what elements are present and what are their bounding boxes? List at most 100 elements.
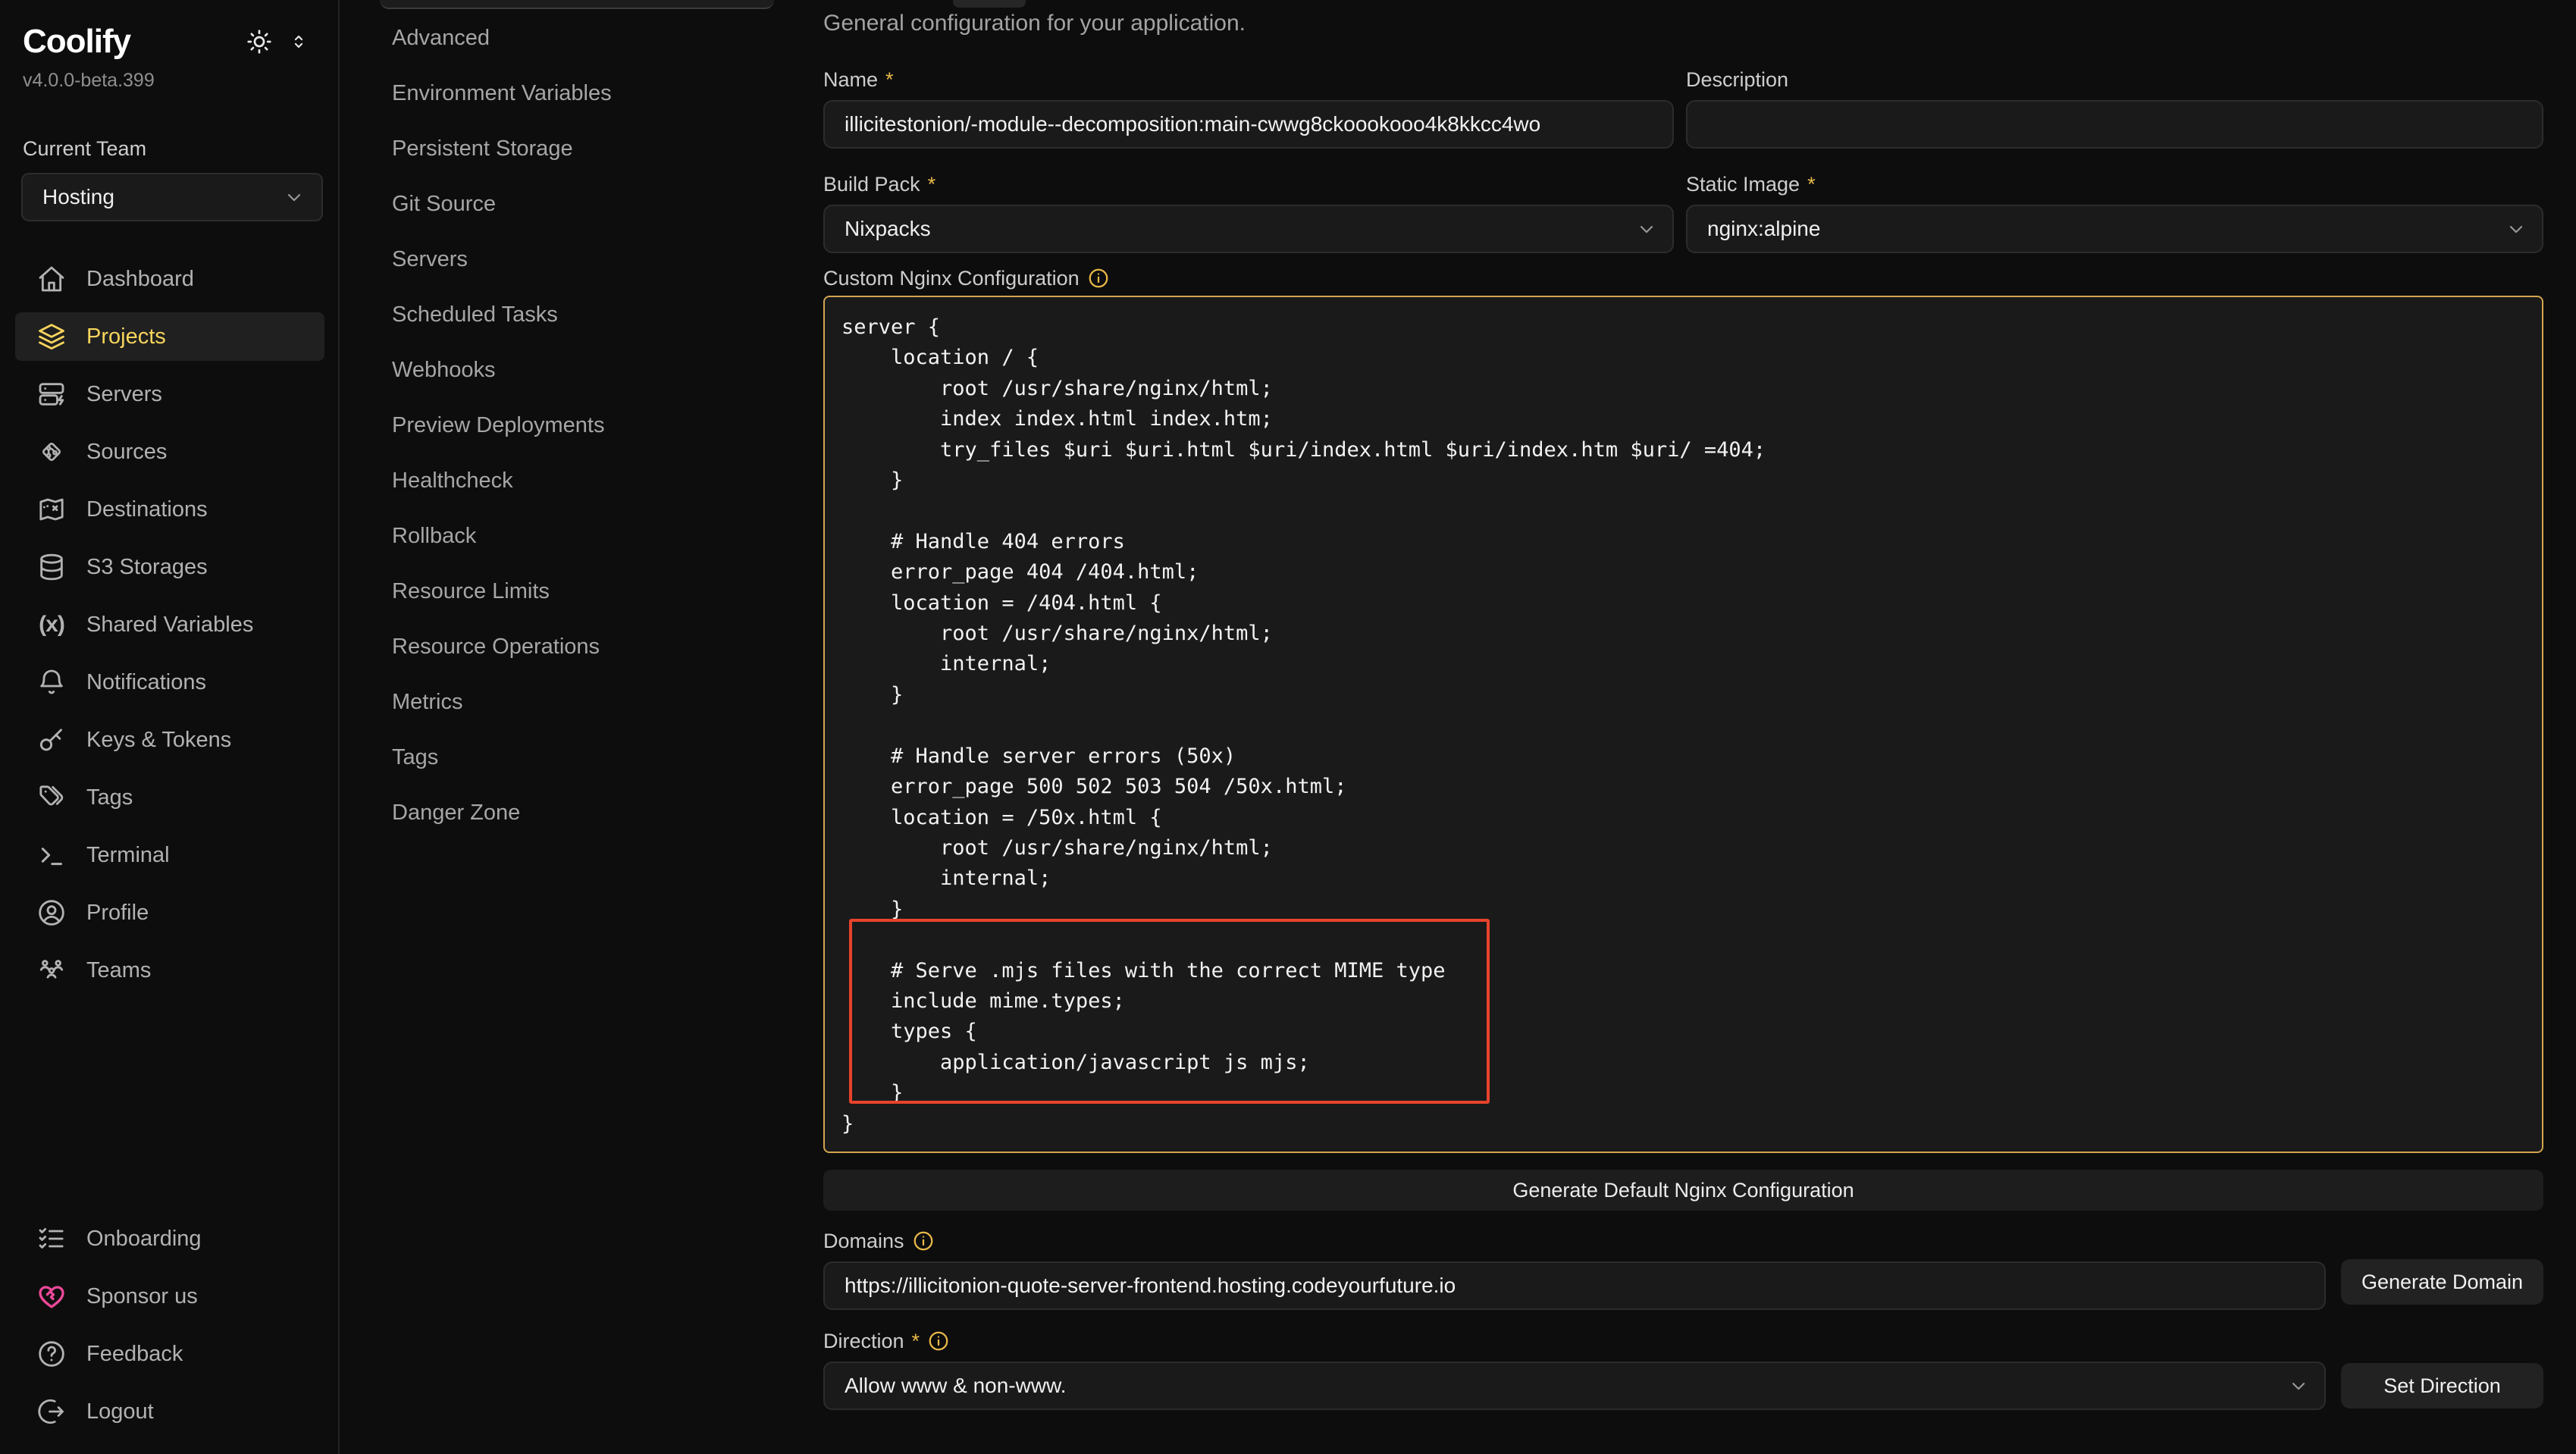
layers-icon xyxy=(36,321,67,352)
subnav-item-environment-variables[interactable]: Environment Variables xyxy=(380,72,774,114)
sidebar-item-keys-tokens[interactable]: Keys & Tokens xyxy=(15,716,324,764)
home-icon xyxy=(36,264,67,294)
subnav-item-scheduled-tasks[interactable]: Scheduled Tasks xyxy=(380,293,774,336)
general-settings-panel: General configuration for your applicati… xyxy=(796,0,2576,1454)
app-version: v4.0.0-beta.399 xyxy=(0,61,338,92)
static-image-value: nginx:alpine xyxy=(1707,217,2505,241)
sidebar-item-onboarding[interactable]: Onboarding xyxy=(15,1214,324,1263)
database-icon xyxy=(36,552,67,582)
domains-input[interactable] xyxy=(823,1261,2326,1310)
brand-row: Coolify xyxy=(0,0,338,61)
sidebar-item-destinations[interactable]: Destinations xyxy=(15,485,324,534)
sidebar-item-servers[interactable]: Servers xyxy=(15,370,324,418)
sidebar-item-sponsor-us[interactable]: Sponsor us xyxy=(15,1272,324,1321)
terminal-icon xyxy=(36,840,67,870)
heart-handshake-icon xyxy=(36,1281,67,1311)
custom-nginx-configuration-label: Custom Nginx Configuration xyxy=(823,265,2543,291)
sidebar-item-label: Dashboard xyxy=(86,267,194,292)
build-pack-label: Build Pack* xyxy=(823,171,1674,197)
sidebar-item-shared-variables[interactable]: (x) Shared Variables xyxy=(15,600,324,649)
required-asterisk: * xyxy=(1807,173,1816,196)
map-icon xyxy=(36,494,67,525)
subnav-item-resource-limits[interactable]: Resource Limits xyxy=(380,570,774,613)
sidebar-item-label: Sponsor us xyxy=(86,1284,198,1309)
nginx-config-code[interactable]: server { location / { root /usr/share/ng… xyxy=(825,297,2542,1139)
team-select[interactable]: Hosting xyxy=(21,173,323,221)
direction-select[interactable]: Allow www & non-www. xyxy=(823,1362,2326,1410)
generate-domain-button[interactable]: Generate Domain xyxy=(2341,1259,2543,1305)
required-asterisk: * xyxy=(885,68,894,92)
chevron-down-icon xyxy=(284,186,305,208)
domains-label: Domains xyxy=(823,1228,2543,1254)
info-icon[interactable] xyxy=(927,1330,950,1352)
sidebar-item-sources[interactable]: Sources xyxy=(15,428,324,476)
subnav-item-metrics[interactable]: Metrics xyxy=(380,681,774,723)
subnav-item-git-source[interactable]: Git Source xyxy=(380,183,774,225)
sidebar-item-label: Tags xyxy=(86,785,133,810)
info-icon[interactable] xyxy=(1087,267,1110,290)
sidebar-item-label: Servers xyxy=(86,382,162,407)
subnav-item-tags[interactable]: Tags xyxy=(380,736,774,779)
sidebar: Coolify v4.0.0-beta.399 Current Team Hos… xyxy=(0,0,340,1454)
sidebar-item-feedback[interactable]: Feedback xyxy=(15,1330,324,1378)
sidebar-item-teams[interactable]: Teams xyxy=(15,946,324,995)
sidebar-item-terminal[interactable]: Terminal xyxy=(15,831,324,879)
subnav-item-persistent-storage[interactable]: Persistent Storage xyxy=(380,127,774,170)
sidebar-item-label: Keys & Tokens xyxy=(86,728,231,753)
build-pack-select[interactable]: Nixpacks xyxy=(823,205,1674,253)
sidebar-item-label: Teams xyxy=(86,958,151,983)
direction-value: Allow www & non-www. xyxy=(845,1374,2288,1398)
set-direction-button[interactable]: Set Direction xyxy=(2341,1363,2543,1409)
subnav-item-rollback[interactable]: Rollback xyxy=(380,515,774,557)
variables-icon: (x) xyxy=(36,609,67,640)
chevron-down-icon xyxy=(2505,218,2527,240)
sidebar-item-label: Sources xyxy=(86,440,167,465)
sidebar-item-label: Projects xyxy=(86,324,166,349)
description-input[interactable] xyxy=(1686,100,2543,149)
subnav-active-item-partial[interactable] xyxy=(380,0,774,9)
sidebar-item-label: Feedback xyxy=(86,1342,183,1367)
sidebar-nav: Dashboard Projects Servers Sources Desti… xyxy=(0,255,338,1004)
sidebar-item-dashboard[interactable]: Dashboard xyxy=(15,255,324,303)
sidebar-item-profile[interactable]: Profile xyxy=(15,888,324,937)
name-input[interactable] xyxy=(823,100,1674,149)
subnav-item-webhooks[interactable]: Webhooks xyxy=(380,349,774,391)
direction-label: Direction* xyxy=(823,1328,2543,1354)
tags-icon xyxy=(36,782,67,813)
server-icon xyxy=(36,379,67,409)
sidebar-item-logout[interactable]: Logout xyxy=(15,1387,324,1436)
subnav-item-resource-operations[interactable]: Resource Operations xyxy=(380,625,774,668)
sidebar-item-projects[interactable]: Projects xyxy=(15,312,324,361)
sidebar-item-notifications[interactable]: Notifications xyxy=(15,658,324,707)
static-image-select[interactable]: nginx:alpine xyxy=(1686,205,2543,253)
required-asterisk: * xyxy=(928,173,936,196)
page-description: General configuration for your applicati… xyxy=(823,11,2543,36)
name-label: Name* xyxy=(823,67,1674,92)
description-label: Description xyxy=(1686,67,2543,92)
subnav-item-healthcheck[interactable]: Healthcheck xyxy=(380,459,774,502)
bell-icon xyxy=(36,667,67,697)
theme-toggle-sun-icon[interactable] xyxy=(246,28,273,55)
team-select-value: Hosting xyxy=(42,185,284,209)
sidebar-item-label: S3 Storages xyxy=(86,555,208,580)
sidebar-footer-nav: Onboarding Sponsor us Feedback Logout xyxy=(0,1214,338,1454)
nginx-config-editor[interactable]: server { location / { root /usr/share/ng… xyxy=(823,296,2543,1153)
required-asterisk: * xyxy=(912,1330,920,1353)
current-team-label: Current Team xyxy=(23,137,338,161)
subnav-item-preview-deployments[interactable]: Preview Deployments xyxy=(380,404,774,447)
subnav-item-servers[interactable]: Servers xyxy=(380,238,774,280)
generate-default-nginx-configuration-button[interactable]: Generate Default Nginx Configuration xyxy=(823,1170,2543,1211)
subnav-item-danger-zone[interactable]: Danger Zone xyxy=(380,791,774,834)
sidebar-item-s3-storages[interactable]: S3 Storages xyxy=(15,543,324,591)
chevron-down-icon xyxy=(2288,1375,2309,1396)
user-circle-icon xyxy=(36,898,67,928)
sidebar-item-label: Notifications xyxy=(86,670,206,695)
sidebar-item-tags[interactable]: Tags xyxy=(15,773,324,822)
chevron-down-icon xyxy=(1636,218,1657,240)
sidebar-item-label: Shared Variables xyxy=(86,613,253,638)
sidebar-item-label: Logout xyxy=(86,1399,154,1424)
info-icon[interactable] xyxy=(912,1230,935,1252)
chevrons-up-down-icon[interactable] xyxy=(288,31,309,52)
subnav-item-advanced[interactable]: Advanced xyxy=(380,17,774,59)
app-title: Coolify xyxy=(23,23,130,61)
